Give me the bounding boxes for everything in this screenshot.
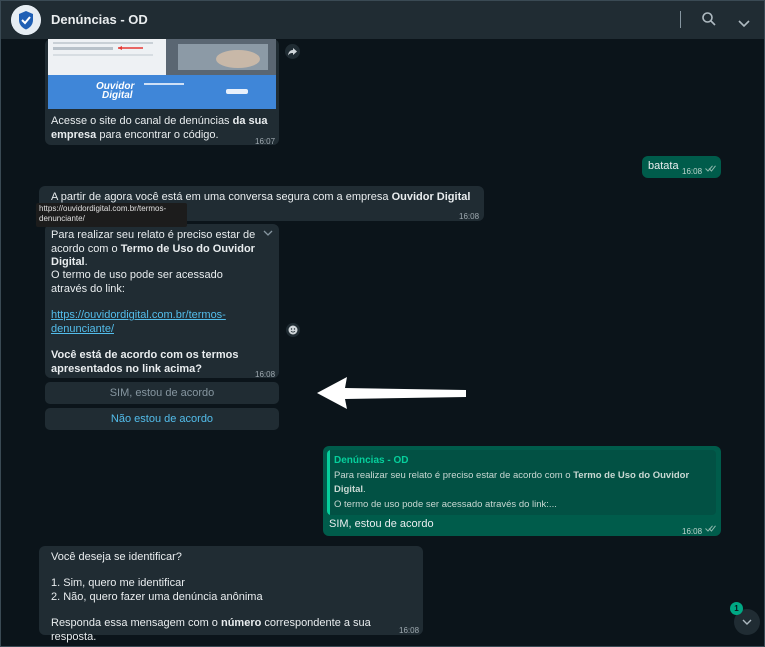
chevron-down-icon[interactable] <box>738 15 750 33</box>
chat-header[interactable]: Denúncias - OD <box>1 1 764 39</box>
message-time: 16:07 <box>255 137 276 146</box>
message-text: Para realizar seu relato é preciso estar… <box>51 229 256 268</box>
shield-logo-icon[interactable] <box>11 5 41 35</box>
double-check-icon <box>705 165 716 172</box>
forward-icon[interactable] <box>285 44 300 59</box>
quick-reply-no-button[interactable]: Não estou de acordo <box>45 408 279 430</box>
unread-badge: 1 <box>730 602 743 615</box>
quick-reply-yes-button[interactable]: SIM, estou de acordo <box>45 382 279 404</box>
message-time: 16:08 <box>399 626 420 635</box>
header-divider <box>680 11 681 28</box>
chat-title[interactable]: Denúncias - OD <box>51 12 148 27</box>
chevron-down-icon[interactable] <box>263 230 273 236</box>
reply-message[interactable]: Denúncias - OD Para realizar seu relato … <box>323 446 721 536</box>
message-text: batata <box>648 160 679 172</box>
quote-text: Para realizar seu relato é preciso estar… <box>334 470 690 495</box>
image-message[interactable]: Ouvidor Digital Acesse o site do canal d… <box>45 39 279 146</box>
quote-text: O termo de uso pode ser acessado através… <box>334 499 557 510</box>
message-text: O termo de uso pode ser acessado através… <box>51 269 223 295</box>
message-question: Você deseja se identificar? <box>51 551 182 563</box>
message-option: 1. Sim, quero me identificar <box>51 577 185 589</box>
double-check-icon <box>705 525 716 532</box>
message-instruction: Responda essa mensagem com o número corr… <box>51 617 371 643</box>
image-logo: Ouvidor Digital <box>96 81 135 101</box>
message-option: 2. Não, quero fazer uma denúncia anônima <box>51 591 263 603</box>
terms-message[interactable]: Para realizar seu relato é preciso estar… <box>45 224 279 379</box>
annotation-arrow <box>315 373 467 416</box>
message-time: 16:08 <box>682 167 703 176</box>
message-text: SIM, estou de acordo <box>329 518 434 530</box>
chat-area[interactable]: Ouvidor Digital Acesse o site do canal d… <box>1 39 764 645</box>
message-image[interactable]: Ouvidor Digital <box>48 39 276 109</box>
terms-link[interactable]: https://ouvidordigital.com.br/termos-den… <box>51 309 231 336</box>
search-icon[interactable] <box>701 11 717 32</box>
quote-bar <box>327 450 330 515</box>
quote-author: Denúncias - OD <box>334 455 409 466</box>
emoji-reaction-icon[interactable] <box>286 323 300 337</box>
message-question: Você está de acordo com os termos aprese… <box>51 349 239 375</box>
message-time: 16:08 <box>459 212 480 221</box>
outgoing-message[interactable]: batata 16:08 <box>642 156 721 178</box>
image-caption: Acesse o site do canal de denúncias da s… <box>51 115 268 141</box>
chevron-down-icon <box>742 619 752 625</box>
link-tooltip: https://ouvidordigital.com.br/termos-den… <box>36 203 187 227</box>
message-time: 16:08 <box>682 527 703 536</box>
identification-message[interactable]: Você deseja se identificar? 1. Sim, quer… <box>39 546 423 643</box>
quoted-message[interactable]: Denúncias - OD Para realizar seu relato … <box>327 450 716 515</box>
message-time: 16:08 <box>255 370 276 379</box>
